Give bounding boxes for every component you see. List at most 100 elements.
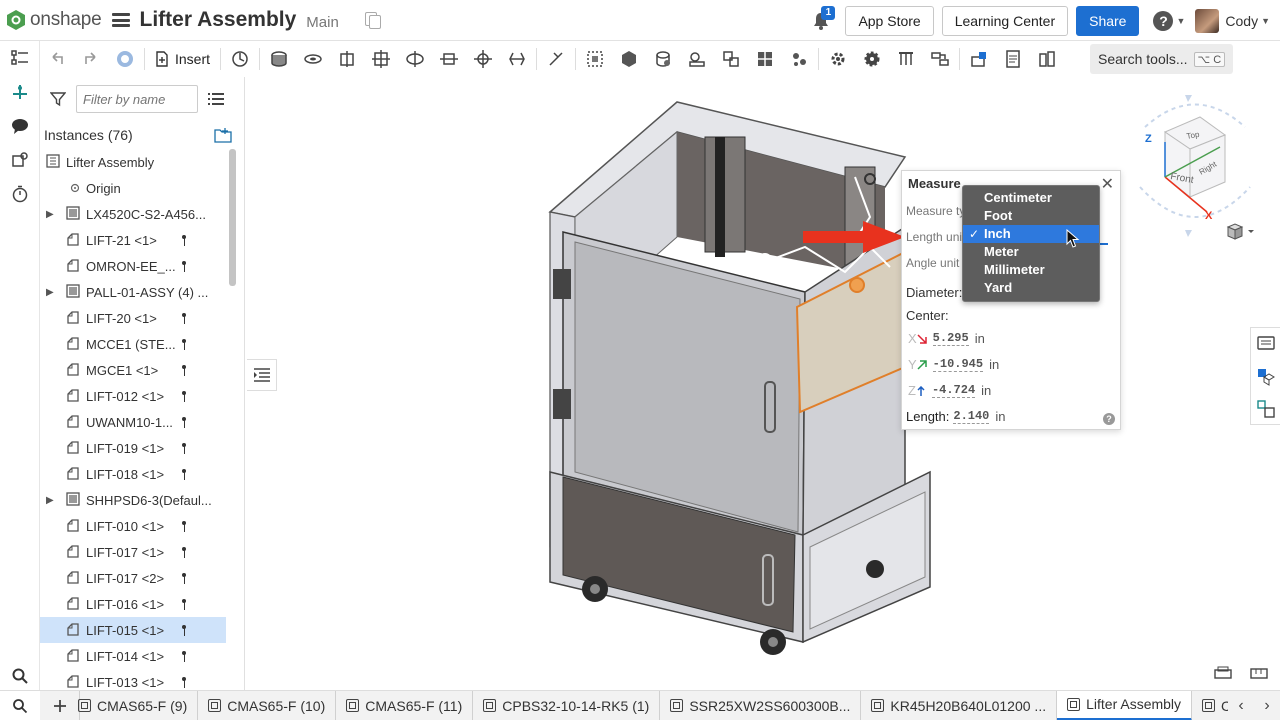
tab[interactable]: CPBS32-10-14-RK5 (1) xyxy=(473,691,661,720)
filter-by-name-input[interactable] xyxy=(76,85,198,113)
view-options-cube-icon[interactable] xyxy=(1225,222,1257,242)
fixed-pin-icon[interactable] xyxy=(181,417,187,428)
rack-pinion-icon[interactable] xyxy=(680,44,714,74)
fixed-pin-icon[interactable] xyxy=(181,313,187,324)
tab-scroll-right-icon[interactable]: › xyxy=(1254,697,1280,715)
planar-mate-icon[interactable] xyxy=(364,44,398,74)
comments-icon[interactable] xyxy=(0,109,40,143)
tree-row[interactable]: LIFT-016 <1> xyxy=(40,591,226,617)
units-ruler-icon[interactable] xyxy=(1249,665,1269,681)
tree-row[interactable]: LIFT-017 <2> xyxy=(40,565,226,591)
tree-row[interactable]: Origin xyxy=(40,175,226,201)
main-menu-icon[interactable] xyxy=(111,13,130,27)
fixed-pin-icon[interactable] xyxy=(181,599,187,610)
expand-panel-button[interactable] xyxy=(247,359,277,391)
help-icon[interactable]: ? xyxy=(1103,413,1115,425)
user-name[interactable]: Cody xyxy=(1225,13,1258,29)
center-z-value[interactable]: -4.724 xyxy=(931,383,976,398)
fixed-pin-icon[interactable] xyxy=(181,521,187,532)
close-icon[interactable]: ✕ xyxy=(1101,174,1114,194)
fixed-pin-icon[interactable] xyxy=(181,677,187,688)
graphics-viewport[interactable]: Z X Top Front Right xyxy=(245,77,1280,690)
search-icon[interactable] xyxy=(0,659,40,693)
explode-icon[interactable] xyxy=(782,44,816,74)
fixed-pin-icon[interactable] xyxy=(181,365,187,376)
section-view-icon[interactable] xyxy=(962,44,996,74)
tree-row[interactable]: OMRON-EE_... xyxy=(40,253,226,279)
length-value[interactable]: 2.140 xyxy=(953,409,990,424)
user-avatar[interactable] xyxy=(1195,8,1220,33)
tree-row[interactable]: LIFT-017 <1> xyxy=(40,539,226,565)
expand-chevron-icon[interactable]: ▶ xyxy=(46,287,56,298)
tab[interactable]: KR45H20B640L01200 ... xyxy=(861,691,1058,720)
fixed-pin-icon[interactable] xyxy=(181,235,187,246)
appearance-panel-icon[interactable] xyxy=(1257,368,1275,386)
gear-relation-icon[interactable] xyxy=(646,44,680,74)
linear-relation-icon[interactable] xyxy=(748,44,782,74)
unit-option-millimeter[interactable]: Millimeter xyxy=(963,261,1099,279)
workspace-name[interactable]: Main xyxy=(306,14,339,31)
history-timer-icon[interactable] xyxy=(0,177,40,211)
tree-row[interactable]: LIFT-21 <1> xyxy=(40,227,226,253)
tab[interactable]: CMAS65-F (11) xyxy=(336,691,474,720)
fixed-pin-icon[interactable] xyxy=(181,573,187,584)
tree-row[interactable]: LIFT-019 <1> xyxy=(40,435,226,461)
screw-relation-icon[interactable] xyxy=(714,44,748,74)
tree-row[interactable]: MGCE1 <1> xyxy=(40,357,226,383)
fixed-pin-icon[interactable] xyxy=(181,547,187,558)
instances-panel-icon[interactable] xyxy=(1257,400,1275,418)
tree-row[interactable]: LIFT-20 <1> xyxy=(40,305,226,331)
fixed-pin-icon[interactable] xyxy=(181,651,187,662)
feature-list-icon[interactable] xyxy=(0,41,40,75)
parallel-mate-icon[interactable] xyxy=(500,44,534,74)
linear-pattern-icon[interactable] xyxy=(889,44,923,74)
fixed-pin-icon[interactable] xyxy=(181,625,187,636)
learning-center-button[interactable]: Learning Center xyxy=(941,5,1069,36)
tree-row[interactable]: UWANM10-1... xyxy=(40,409,226,435)
expand-chevron-icon[interactable]: ▶ xyxy=(46,209,56,220)
redo-icon[interactable] xyxy=(74,44,108,74)
user-chevron-down-icon[interactable]: ▼ xyxy=(1261,16,1270,26)
fixed-pin-icon[interactable] xyxy=(181,443,187,454)
tree-row[interactable]: Lifter Assembly xyxy=(40,149,226,175)
pin-slot-mate-icon[interactable] xyxy=(432,44,466,74)
properties-table-icon[interactable] xyxy=(1030,44,1064,74)
tree-row[interactable]: LIFT-010 <1> xyxy=(40,513,226,539)
slider-mate-icon[interactable] xyxy=(330,44,364,74)
notifications-bell-icon[interactable]: 1 xyxy=(811,5,836,32)
fixed-pin-icon[interactable] xyxy=(181,339,187,350)
tree-row[interactable]: LIFT-018 <1> xyxy=(40,461,226,487)
help-chevron-down-icon[interactable]: ▼ xyxy=(1176,16,1185,26)
insert-button[interactable]: Insert xyxy=(147,44,218,74)
undo-icon[interactable] xyxy=(40,44,74,74)
tab-active[interactable]: Lifter Assembly xyxy=(1057,691,1193,720)
replace-instance-icon[interactable] xyxy=(923,44,957,74)
tree-row[interactable]: ▶ PALL-01-ASSY (4) ... xyxy=(40,279,226,305)
create-folder-icon[interactable] xyxy=(214,127,232,143)
large-gear-icon[interactable] xyxy=(855,44,889,74)
cylindrical-mate-icon[interactable] xyxy=(398,44,432,74)
print-icon[interactable] xyxy=(1213,665,1233,681)
search-tools-field[interactable]: Search tools... ⌥ C xyxy=(1090,44,1234,74)
fixed-pin-icon[interactable] xyxy=(181,469,187,480)
tree-row[interactable]: LIFT-014 <1> xyxy=(40,643,226,669)
help-icon[interactable]: ? xyxy=(1153,10,1174,31)
tab[interactable]: CMAS65-F (9) xyxy=(68,691,199,720)
replicate-icon[interactable] xyxy=(223,44,257,74)
bill-of-materials-icon[interactable] xyxy=(996,44,1030,74)
unit-option-centimeter[interactable]: Centimeter xyxy=(963,189,1099,207)
versions-copy-icon[interactable] xyxy=(364,12,381,29)
tab[interactable]: CMAS65-F (10) xyxy=(198,691,337,720)
tree-row[interactable]: LIFT-012 <1> xyxy=(40,383,226,409)
filter-funnel-icon[interactable] xyxy=(50,91,66,107)
tree-row[interactable]: ▶ SHHPSD6-3(Defaul... xyxy=(40,487,226,513)
search-tabs-icon[interactable] xyxy=(0,691,40,720)
tab[interactable]: SSR25XW2SS600300B... xyxy=(660,691,862,720)
tree-row[interactable]: ▶ LX4520C-S2-A456... xyxy=(40,201,226,227)
list-view-icon[interactable] xyxy=(208,92,224,106)
ball-mate-icon[interactable] xyxy=(466,44,500,74)
onshape-logo[interactable]: onshape xyxy=(6,9,102,31)
app-store-button[interactable]: App Store xyxy=(845,5,934,36)
fixed-pin-icon[interactable] xyxy=(181,261,187,272)
share-button[interactable]: Share xyxy=(1076,5,1140,36)
